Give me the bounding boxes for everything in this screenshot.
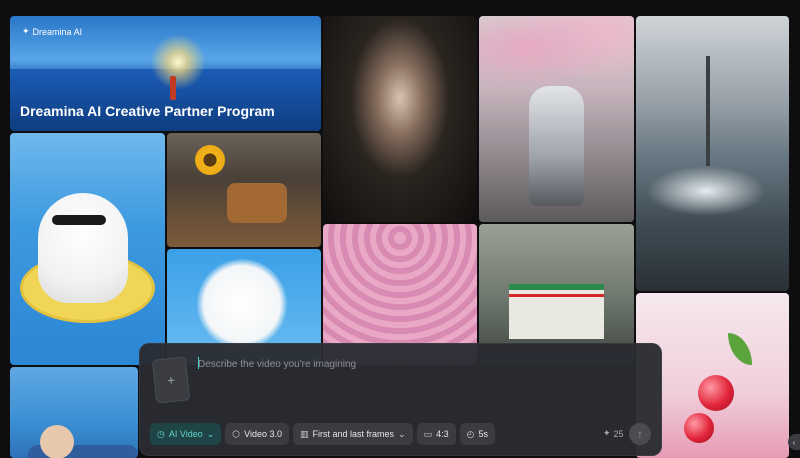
gallery-robot-praying[interactable]: [479, 16, 634, 222]
ratio-label: 4:3: [436, 429, 449, 439]
gallery-stage: ✦ Dreamina AI Dreamina AI Creative Partn…: [0, 0, 800, 458]
clock-icon: ◴: [466, 428, 475, 439]
gallery-elderly-man[interactable]: [10, 367, 138, 458]
banner-light-glow: [150, 34, 206, 90]
aspect-ratio-icon: ▭: [423, 428, 433, 439]
chevron-down-icon: ⌄: [398, 428, 406, 439]
dreamina-logo: ✦ Dreamina AI: [22, 26, 82, 37]
prompt-input[interactable]: [198, 352, 638, 376]
chevron-down-icon: ⌄: [206, 428, 215, 439]
sparkle-icon: ✦: [603, 428, 611, 438]
gallery-steampunk-sunflower[interactable]: [167, 133, 321, 247]
plus-icon: +: [166, 371, 176, 389]
frames-icon: ▥: [300, 428, 309, 439]
robot-figure: [529, 86, 584, 206]
generate-button[interactable]: ↑: [629, 423, 651, 445]
upload-frame-button[interactable]: +: [151, 356, 191, 404]
creative-partner-banner[interactable]: ✦ Dreamina AI Dreamina AI Creative Partn…: [10, 16, 321, 131]
model-selector[interactable]: ⬡ Video 3.0: [225, 423, 290, 445]
aspect-ratio-button[interactable]: ▭ 4:3: [416, 423, 456, 445]
cloud-puff: [197, 259, 287, 349]
store-building: [509, 284, 604, 339]
cube-icon: ⬡: [232, 428, 241, 439]
banner-title: Dreamina AI Creative Partner Program: [20, 103, 275, 119]
credits-cost: ✦ 25: [603, 428, 624, 439]
text-caret: [198, 357, 199, 369]
sunglasses: [52, 215, 106, 225]
banner-figure: [170, 76, 176, 100]
model-label: Video 3.0: [244, 429, 283, 439]
ai-video-icon: ◷: [157, 428, 165, 439]
cherry-top: [698, 375, 734, 411]
tower-silhouette: [706, 56, 710, 166]
steam-engine: [227, 183, 287, 223]
frames-label: First and last frames: [312, 429, 395, 439]
credits-value: 25: [613, 428, 624, 439]
logo-text: Dreamina AI: [32, 26, 83, 37]
gallery-anime-portrait[interactable]: [323, 16, 477, 222]
mode-dropdown[interactable]: ◷ AI Video ⌄: [150, 423, 222, 445]
person-head: [40, 425, 74, 458]
mode-label: AI Video: [168, 429, 203, 439]
gallery-cat-pool[interactable]: [10, 133, 165, 365]
duration-label: 5s: [478, 429, 489, 439]
white-cat: [38, 193, 128, 303]
cherry-leaf: [728, 333, 752, 365]
wave-foam: [646, 166, 766, 216]
generation-toolbar: ◷ AI Video ⌄ ⬡ Video 3.0 ▥ First and las…: [150, 423, 496, 445]
cherry-bottom: [684, 413, 714, 443]
star-icon: ✦: [22, 26, 30, 36]
frames-dropdown[interactable]: ▥ First and last frames ⌄: [293, 423, 413, 445]
gallery-tsunami-city[interactable]: [636, 16, 789, 291]
sunflower: [195, 145, 225, 175]
side-toggle-button[interactable]: ‹: [788, 434, 800, 450]
chevron-left-icon: ‹: [792, 437, 796, 447]
arrow-up-icon: ↑: [637, 427, 643, 441]
prompt-panel: + ◷ AI Video ⌄ ⬡ Video 3.0 ▥ First and l…: [139, 343, 662, 456]
duration-button[interactable]: ◴ 5s: [459, 423, 496, 445]
cherry-blossom: [479, 16, 634, 96]
